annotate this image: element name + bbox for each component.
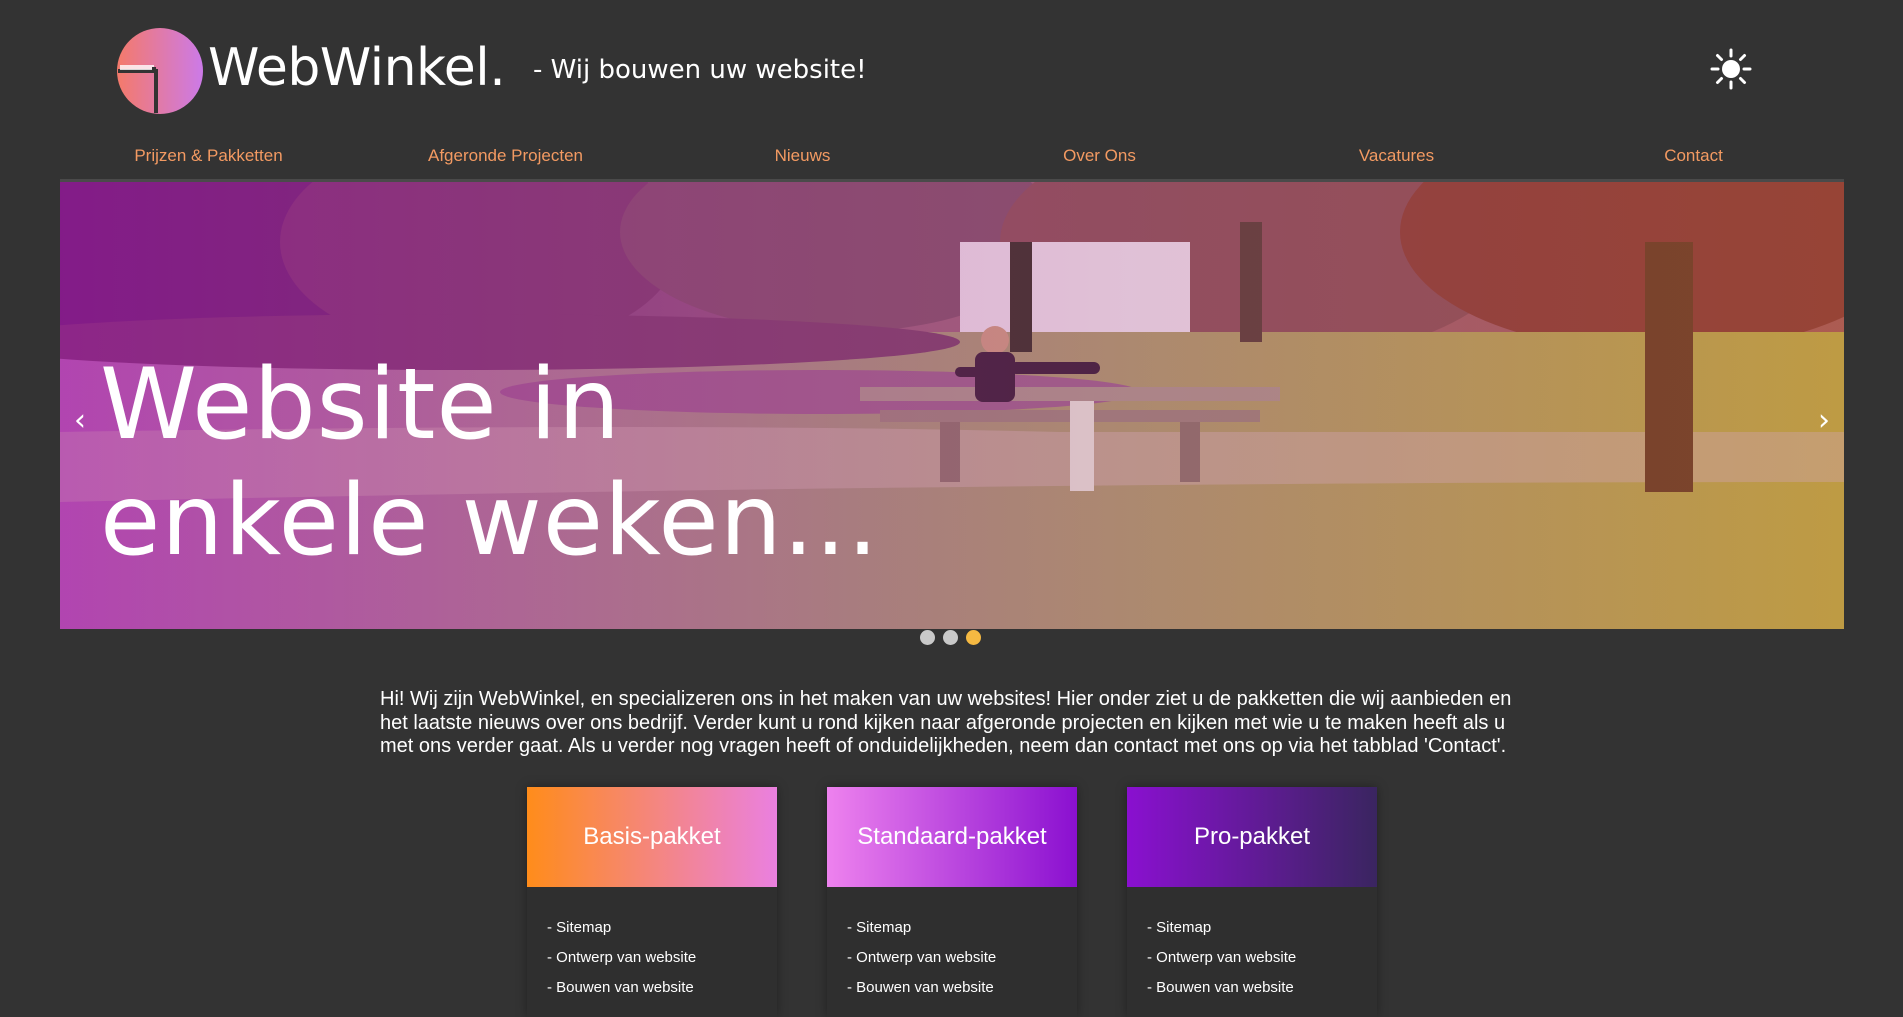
package-feature: - Ontwerp van website	[547, 949, 697, 966]
package-card-pro[interactable]: Pro-pakket - Sitemap - Ontwerp van websi…	[1127, 787, 1377, 1017]
package-feature: - Sitemap	[847, 919, 912, 936]
slider-dot-2[interactable]	[943, 630, 958, 645]
package-title-standaard[interactable]: Standaard-pakket	[827, 787, 1077, 887]
nav-item-nieuws[interactable]: Nieuws	[654, 146, 951, 166]
package-feature: - Sitemap	[1147, 919, 1212, 936]
webwinkel-logo[interactable]	[116, 27, 204, 115]
package-title-basis[interactable]: Basis-pakket	[527, 787, 777, 887]
package-card-basis[interactable]: Basis-pakket - Sitemap - Ontwerp van web…	[527, 787, 777, 1017]
intro-text: Hi! Wij zijn WebWinkel, en specializeren…	[380, 688, 1512, 757]
package-title-pro[interactable]: Pro-pakket	[1127, 787, 1377, 887]
tagline: - Wij bouwen uw website!	[533, 55, 867, 85]
package-feature: - Bouwen van website	[1147, 979, 1294, 996]
package-feature: - Bouwen van website	[847, 979, 994, 996]
nav-item-contact[interactable]: Contact	[1545, 146, 1842, 166]
hero-title: Website in enkele weken...	[100, 347, 1000, 579]
package-features-pro: - Sitemap - Ontwerp van website - Bouwen…	[1127, 887, 1377, 1003]
package-features-standaard: - Sitemap - Ontwerp van website - Bouwen…	[827, 887, 1077, 1003]
nav-item-afgeronde-projecten[interactable]: Afgeronde Projecten	[357, 146, 654, 166]
package-feature: - Ontwerp van website	[1147, 949, 1297, 966]
slider-dot-3[interactable]	[966, 630, 981, 645]
package-features-basis: - Sitemap - Ontwerp van website - Bouwen…	[527, 887, 777, 1003]
package-feature: - Ontwerp van website	[847, 949, 997, 966]
main-nav: Prijzen & Pakketten Afgeronde Projecten …	[0, 146, 1903, 170]
hero-title-line-1: Website in	[100, 348, 622, 462]
slider-prev-button[interactable]: ‹	[74, 406, 86, 436]
logo-text[interactable]: WebWinkel.	[208, 38, 506, 98]
nav-item-over-ons[interactable]: Over Ons	[951, 146, 1248, 166]
package-feature: - Bouwen van website	[547, 979, 694, 996]
nav-item-vacatures[interactable]: Vacatures	[1248, 146, 1545, 166]
hero-slider: Website in enkele weken... ‹ ›	[60, 179, 1844, 629]
sun-icon[interactable]	[1710, 48, 1752, 90]
nav-item-prijzen-pakketten[interactable]: Prijzen & Pakketten	[60, 146, 357, 166]
package-card-standaard[interactable]: Standaard-pakket - Sitemap - Ontwerp van…	[827, 787, 1077, 1017]
package-feature: - Sitemap	[547, 919, 612, 936]
slider-dots	[920, 630, 981, 645]
slider-next-button[interactable]: ›	[1818, 406, 1830, 436]
slider-dot-1[interactable]	[920, 630, 935, 645]
hero-title-line-2: enkele weken...	[100, 464, 880, 578]
